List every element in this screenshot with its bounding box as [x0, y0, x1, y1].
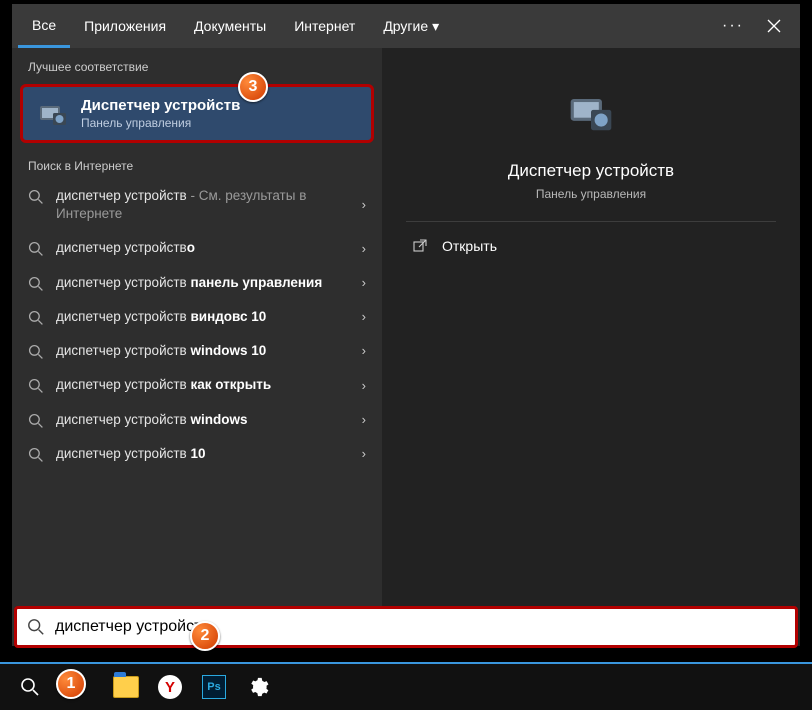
file-explorer-icon — [113, 676, 139, 698]
tab-more[interactable]: Другие▾ — [369, 4, 453, 48]
device-manager-icon — [37, 98, 69, 130]
gear-icon — [247, 676, 269, 698]
search-icon — [28, 378, 44, 394]
taskbar-file-explorer[interactable] — [104, 667, 148, 707]
taskbar: Y Ps — [0, 662, 812, 710]
search-icon — [28, 344, 44, 360]
close-button[interactable] — [754, 6, 794, 46]
search-input[interactable] — [55, 618, 785, 636]
search-suggestion[interactable]: диспетчер устройств виндовс 10 › — [12, 300, 382, 334]
chevron-right-icon: › — [362, 445, 366, 463]
search-icon — [28, 189, 44, 205]
open-icon — [412, 238, 428, 254]
suggestion-text: диспетчер устройство — [56, 239, 354, 257]
best-match-subtitle: Панель управления — [81, 116, 240, 130]
search-suggestion[interactable]: диспетчер устройств панель управления › — [12, 266, 382, 300]
device-manager-icon — [566, 88, 616, 138]
search-suggestion[interactable]: диспетчер устройств - См. результаты в И… — [12, 179, 382, 231]
chevron-right-icon: › — [362, 240, 366, 258]
preview-title: Диспетчер устройств — [406, 161, 776, 181]
search-icon — [20, 677, 40, 697]
yandex-icon: Y — [158, 675, 182, 699]
chevron-right-icon: › — [362, 196, 366, 214]
web-search-header: Поиск в Интернете — [12, 147, 382, 179]
taskbar-search-button[interactable] — [8, 667, 52, 707]
suggestion-text: диспетчер устройств панель управления — [56, 274, 354, 292]
best-match-header: Лучшее соответствие — [12, 48, 382, 80]
tab-apps[interactable]: Приложения — [70, 4, 180, 48]
best-match-title: Диспетчер устройств — [81, 97, 240, 114]
taskbar-photoshop[interactable]: Ps — [192, 667, 236, 707]
search-tabs: Все Приложения Документы Интернет Другие… — [12, 4, 800, 48]
open-action[interactable]: Открыть — [406, 222, 776, 270]
chevron-right-icon: › — [362, 308, 366, 326]
annotation-badge-2: 2 — [190, 621, 220, 651]
annotation-badge-1: 1 — [56, 669, 86, 699]
more-options-button[interactable]: ··· — [712, 17, 754, 35]
search-bar[interactable] — [14, 606, 798, 648]
chevron-right-icon: › — [362, 274, 366, 292]
search-icon — [28, 241, 44, 257]
suggestion-text: диспетчер устройств как открыть — [56, 376, 354, 394]
search-icon — [28, 310, 44, 326]
search-icon — [27, 618, 45, 636]
photoshop-icon: Ps — [202, 675, 226, 699]
suggestion-text: диспетчер устройств windows — [56, 411, 354, 429]
suggestion-text: диспетчер устройств windows 10 — [56, 342, 354, 360]
chevron-right-icon: › — [362, 342, 366, 360]
preview-panel: Диспетчер устройств Панель управления От… — [382, 48, 800, 646]
chevron-down-icon: ▾ — [432, 18, 439, 35]
search-icon — [28, 413, 44, 429]
taskbar-yandex-browser[interactable]: Y — [148, 667, 192, 707]
tab-all[interactable]: Все — [18, 4, 70, 48]
search-suggestion[interactable]: диспетчер устройств как открыть › — [12, 368, 382, 402]
tab-web[interactable]: Интернет — [280, 4, 369, 48]
search-icon — [28, 276, 44, 292]
search-suggestion[interactable]: диспетчер устройств windows › — [12, 403, 382, 437]
taskbar-settings[interactable] — [236, 667, 280, 707]
suggestion-text: диспетчер устройств 10 — [56, 445, 354, 463]
suggestion-text: диспетчер устройств - См. результаты в И… — [56, 187, 354, 223]
search-suggestion[interactable]: диспетчер устройство › — [12, 231, 382, 265]
annotation-badge-3: 3 — [238, 72, 268, 102]
search-suggestion[interactable]: диспетчер устройств 10 › — [12, 437, 382, 471]
suggestion-text: диспетчер устройств виндовс 10 — [56, 308, 354, 326]
chevron-right-icon: › — [362, 377, 366, 395]
tab-docs[interactable]: Документы — [180, 4, 280, 48]
search-icon — [28, 447, 44, 463]
chevron-right-icon: › — [362, 411, 366, 429]
open-label: Открыть — [442, 238, 497, 254]
best-match-result[interactable]: Диспетчер устройств Панель управления — [20, 84, 374, 143]
preview-subtitle: Панель управления — [406, 187, 776, 201]
search-suggestion[interactable]: диспетчер устройств windows 10 › — [12, 334, 382, 368]
